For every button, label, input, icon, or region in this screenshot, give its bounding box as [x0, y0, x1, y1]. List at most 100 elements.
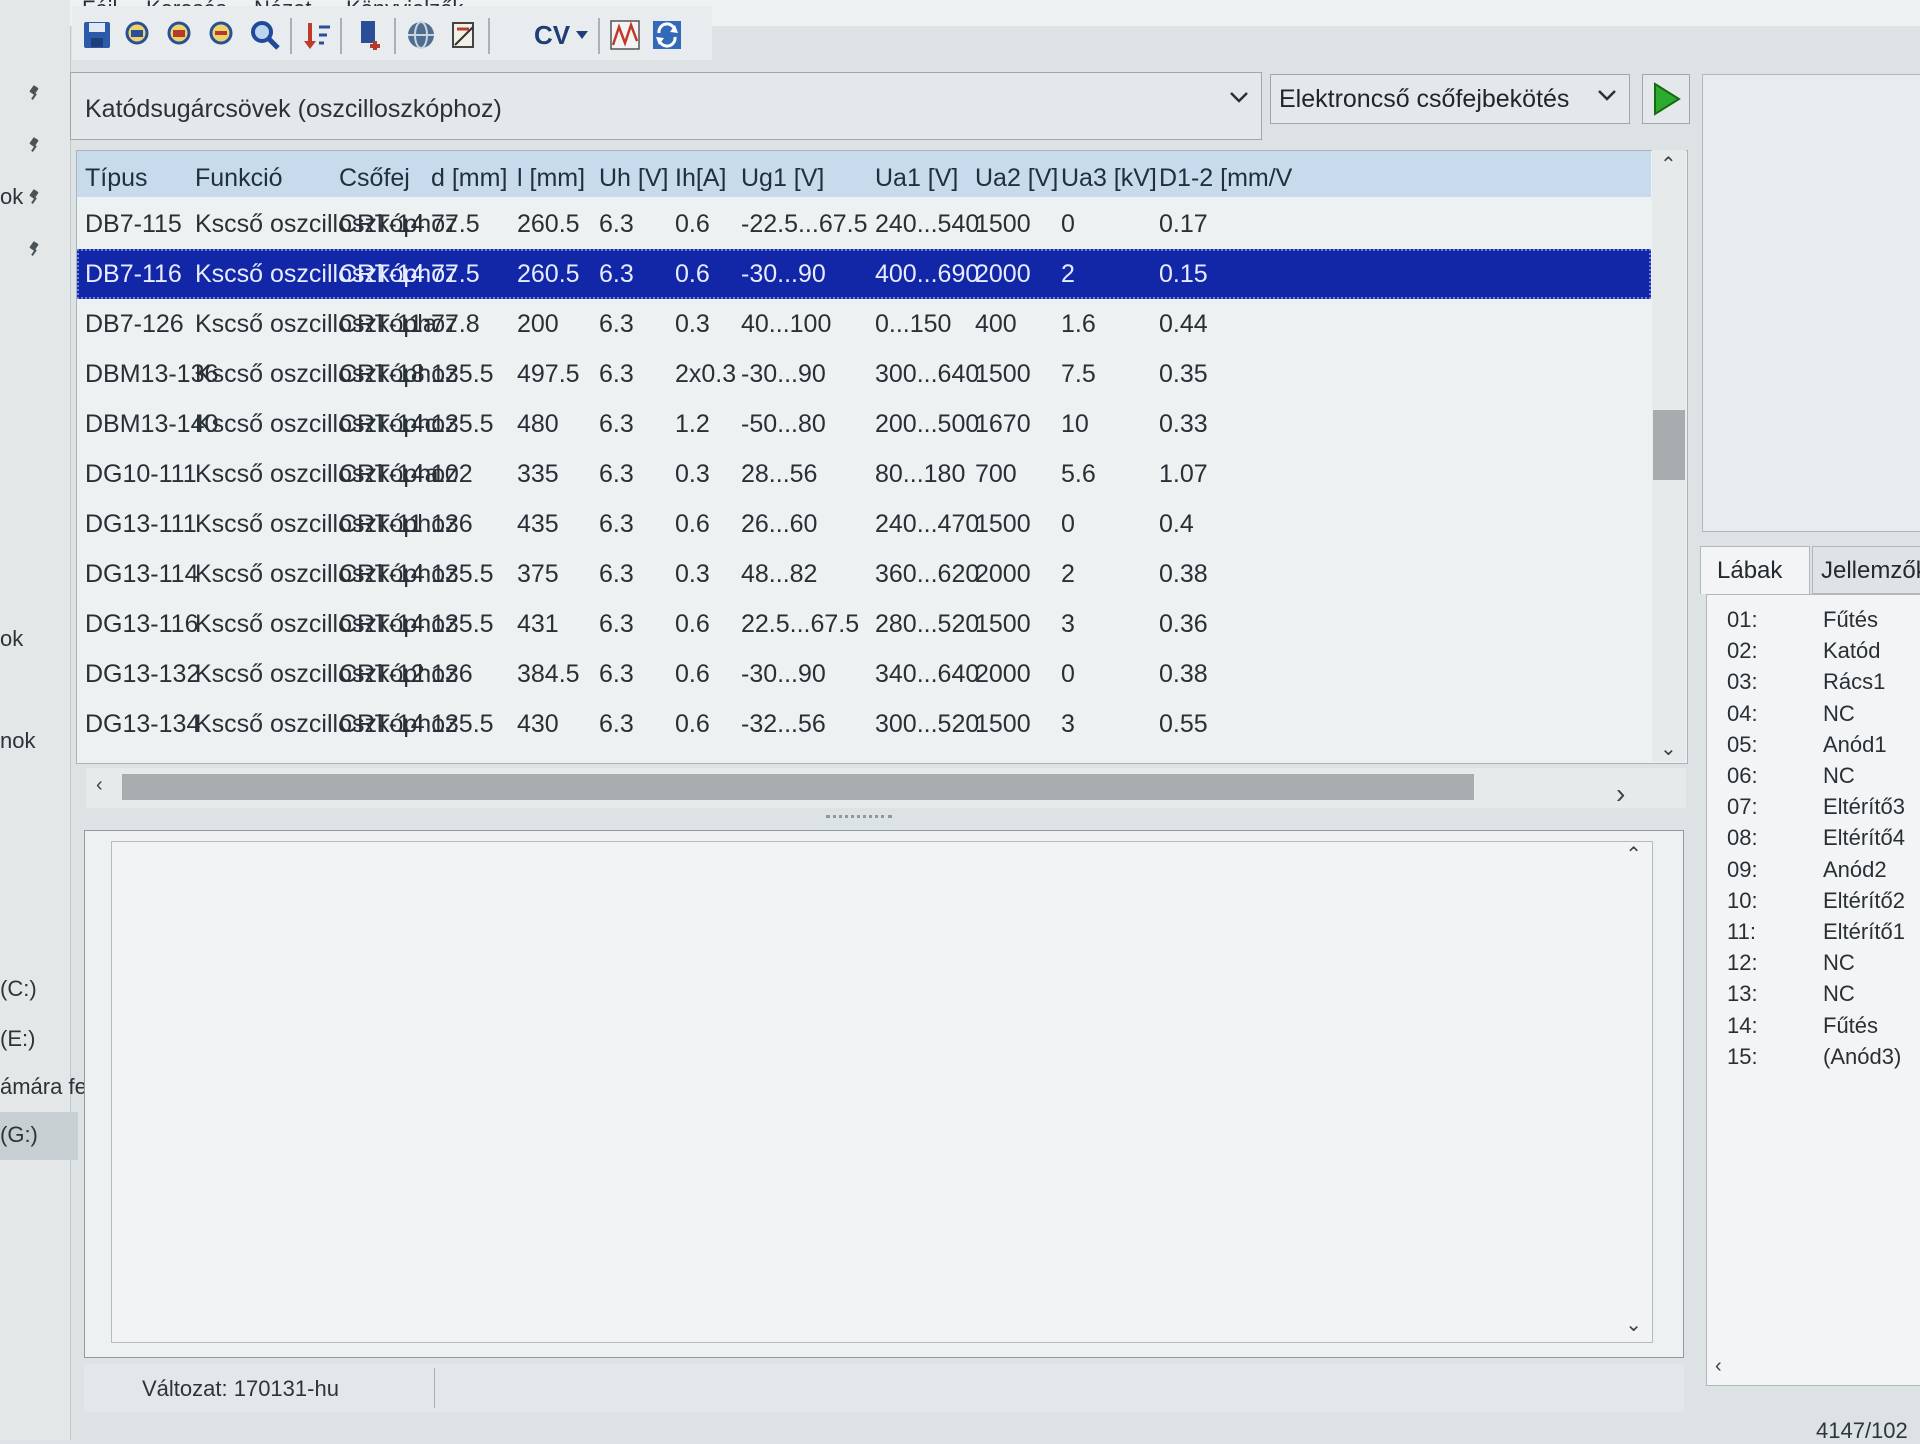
- vertical-scroll-thumb[interactable]: [1653, 410, 1685, 480]
- tab-pins[interactable]: Lábak: [1700, 546, 1810, 594]
- chevron-down-icon[interactable]: [572, 16, 592, 54]
- tube-family-select[interactable]: Katódsugárcsövek (oszcilloszkóphoz): [70, 72, 1262, 140]
- cell-heater-voltage: 6.3: [599, 560, 634, 588]
- pin-row[interactable]: 04: NC: [1707, 701, 1920, 732]
- table-row[interactable]: DBM13-140 Kscső oszcilloszkóphoz CRT-14c 13…: [77, 399, 1651, 449]
- play-icon: [1654, 82, 1681, 116]
- table-row[interactable]: DG10-111 Kscső oszcilloszkóphoz CRT-14a 102…: [77, 449, 1651, 499]
- cell-heater-voltage: 6.3: [599, 749, 634, 763]
- tube-tool-icon[interactable]: [444, 16, 482, 54]
- table-row[interactable]: DG13-111 Kscső oszcilloszkóphoz CRT-11 136 4…: [77, 499, 1651, 549]
- pin-row[interactable]: 14: Fűtés: [1707, 1013, 1920, 1044]
- pin-row[interactable]: 06: NC: [1707, 763, 1920, 794]
- scroll-left-icon[interactable]: ‹: [96, 774, 103, 797]
- nav-item-text[interactable]: ok: [0, 626, 23, 652]
- run-button[interactable]: [1642, 74, 1690, 124]
- cv-button[interactable]: CV: [534, 20, 570, 51]
- nav-item-camera[interactable]: ámára fe: [0, 1074, 87, 1100]
- horizontal-scrollbar[interactable]: ‹ ›: [86, 768, 1686, 810]
- header-anode3-voltage[interactable]: Ua3 [kV]: [1061, 151, 1157, 197]
- detail-content[interactable]: ⌃ ⌄: [111, 841, 1653, 1343]
- cell-heater-voltage: 6.3: [599, 710, 634, 738]
- table-row[interactable]: DG13-114 Kscső oszcilloszkóphoz CRT-14 135.…: [77, 549, 1651, 599]
- refresh-icon[interactable]: [648, 16, 686, 54]
- nav-item-drive-e[interactable]: (E:): [0, 1026, 35, 1052]
- scroll-right-icon[interactable]: ›: [1616, 778, 1625, 810]
- pin-row[interactable]: 01: Fűtés: [1707, 607, 1920, 638]
- pin-function: NC: [1823, 950, 1855, 976]
- pin-function: Eltérítő2: [1823, 887, 1905, 913]
- scroll-left-icon[interactable]: ‹: [1715, 1355, 1722, 1378]
- sort-icon[interactable]: [298, 16, 336, 54]
- header-type[interactable]: Típus: [85, 151, 148, 197]
- horizontal-scroll-thumb[interactable]: [122, 774, 1474, 800]
- cell-diameter: 135.5: [431, 360, 494, 388]
- pin-row[interactable]: 11: Eltérítő1: [1707, 919, 1920, 950]
- pin-row[interactable]: 15: (Anód3): [1707, 1044, 1920, 1075]
- cell-anode3-voltage: 1.6: [1061, 310, 1096, 338]
- globe-icon[interactable]: [402, 16, 440, 54]
- table-row[interactable]: DG13-154Kscső oszcilloszkóphozCRT-14b135…: [77, 749, 1651, 763]
- tube-family-value: Katódsugárcsövek (oszcilloszkóphoz): [85, 95, 502, 123]
- pin-icon[interactable]: [28, 190, 40, 204]
- pin-row[interactable]: 07: Eltérítő3: [1707, 794, 1920, 825]
- nav-item-drive-c[interactable]: (C:): [0, 976, 37, 1002]
- header-heater-voltage[interactable]: Uh [V]: [599, 151, 668, 197]
- header-anode1-voltage[interactable]: Ua1 [V]: [875, 151, 958, 197]
- pin-row[interactable]: 03: Rács1: [1707, 669, 1920, 700]
- header-deflection[interactable]: D1-2 [mm/V: [1159, 151, 1292, 197]
- table-row[interactable]: DG13-134 Kscső oszcilloszkóphoz CRT-14 135.…: [77, 699, 1651, 749]
- search-tube-3-icon[interactable]: [204, 16, 242, 54]
- table-row[interactable]: DG13-132 Kscső oszcilloszkóphoz CRT-12 136 3…: [77, 649, 1651, 699]
- cell-socket: CRT-14: [339, 260, 425, 288]
- search-tube-icon[interactable]: [120, 16, 158, 54]
- pin-icon[interactable]: [28, 138, 40, 152]
- view-mode-select[interactable]: Elektroncső csőfejbekötés: [1270, 74, 1630, 124]
- pin-number: 05:: [1727, 731, 1758, 757]
- table-row[interactable]: DBM13-136 Kscső oszcilloszkóphoz CRT-18 135…: [77, 349, 1651, 399]
- pin-row[interactable]: 02: Katód: [1707, 638, 1920, 669]
- pin-number: 01:: [1727, 607, 1758, 632]
- chevron-down-icon[interactable]: [1593, 81, 1621, 114]
- scroll-up-icon[interactable]: ⌃: [1625, 842, 1642, 867]
- table-row[interactable]: DB7-126 Kscső oszcilloszkóphoz CRT-11a 77.8…: [77, 299, 1651, 349]
- pin-number: 14:: [1727, 1012, 1758, 1038]
- header-function[interactable]: Funkció: [195, 151, 283, 197]
- header-anode2-voltage[interactable]: Ua2 [V]: [975, 151, 1058, 197]
- header-diameter[interactable]: d [mm]: [431, 151, 507, 197]
- vertical-scrollbar[interactable]: ⌃ ⌄: [1652, 150, 1686, 762]
- scroll-up-icon[interactable]: ⌃: [1660, 152, 1677, 177]
- tab-characteristics[interactable]: Jellemzők: [1812, 546, 1920, 594]
- magnifier-icon[interactable]: [246, 16, 284, 54]
- detail-pane: ⌃ ⌄: [84, 830, 1684, 1358]
- scroll-down-icon[interactable]: ⌄: [1660, 736, 1677, 761]
- chevron-down-icon[interactable]: [1225, 83, 1253, 116]
- nav-item-drive-g[interactable]: (G:): [0, 1112, 78, 1160]
- pin-row[interactable]: 10: Eltérítő2: [1707, 888, 1920, 919]
- cell-deflection: 0.38: [1159, 560, 1208, 588]
- search-tube-2-icon[interactable]: [162, 16, 200, 54]
- bookmark-add-icon[interactable]: [350, 16, 388, 54]
- table-row[interactable]: DG13-116 Kscső oszcilloszkóphoz CRT-14 135.…: [77, 599, 1651, 649]
- header-grid1-voltage[interactable]: Ug1 [V]: [741, 151, 824, 197]
- nav-item-text[interactable]: ok: [0, 184, 23, 210]
- version-label: Változat: 170131-hu: [142, 1376, 339, 1401]
- header-socket[interactable]: Csőfej: [339, 151, 410, 197]
- save-icon[interactable]: [78, 16, 116, 54]
- pin-row[interactable]: 09: Anód2: [1707, 857, 1920, 888]
- header-heater-current[interactable]: Ih[A]: [675, 151, 726, 197]
- table-row[interactable]: DB7-116 Kscső oszcilloszkóphoz CRT-14 77.5 2…: [77, 249, 1651, 299]
- splitter-handle[interactable]: [826, 815, 892, 822]
- pin-row[interactable]: 08: Eltérítő4: [1707, 825, 1920, 856]
- chart-icon[interactable]: [606, 16, 644, 54]
- table-row[interactable]: DB7-115 Kscső oszcilloszkóphoz CRT-14 77.5 2…: [77, 199, 1651, 249]
- header-length[interactable]: l [mm]: [517, 151, 585, 197]
- pin-row[interactable]: 12: NC: [1707, 950, 1920, 981]
- scroll-down-icon[interactable]: ⌄: [1625, 1312, 1642, 1337]
- pin-icon[interactable]: [28, 242, 40, 256]
- pin-icon[interactable]: [28, 86, 40, 100]
- pin-row[interactable]: 05: Anód1: [1707, 732, 1920, 763]
- pin-row[interactable]: 13: NC: [1707, 981, 1920, 1012]
- nav-item-text[interactable]: nok: [0, 728, 35, 754]
- cell-anode2-voltage: 1500: [975, 210, 1031, 238]
